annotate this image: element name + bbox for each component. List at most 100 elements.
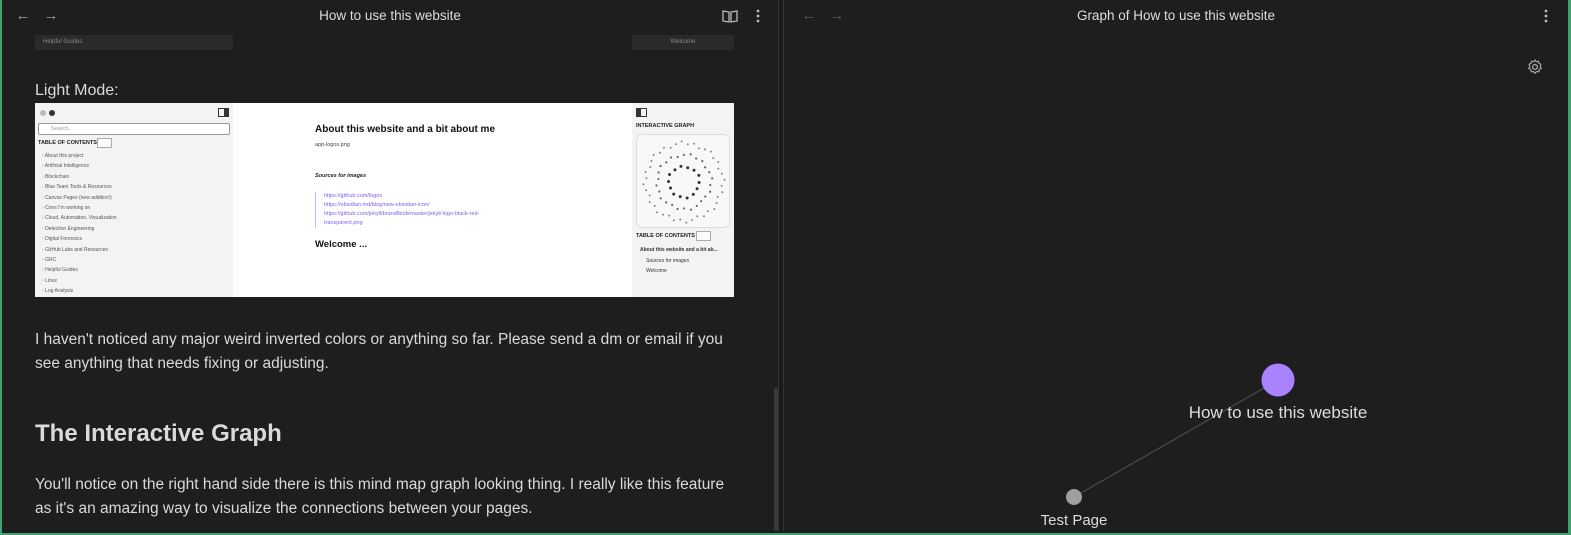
screenshot-right-toc-item: Welcome <box>646 268 667 274</box>
screenshot-graph-dot <box>697 173 701 177</box>
screenshot-graph-dot <box>652 153 655 156</box>
screenshot-graph-dot <box>669 156 673 159</box>
sidebar-toggle-icon <box>218 108 229 117</box>
screenshot-graph-dot <box>708 190 712 193</box>
screenshot-graph-dot <box>676 155 679 159</box>
screenshot-graph-dot <box>644 170 647 173</box>
screenshot-graph-dot <box>668 214 671 217</box>
screenshot-graph-dot <box>711 177 714 180</box>
paragraph-graph: You'll notice on the right hand side the… <box>35 476 725 517</box>
screenshot-graph-dot <box>672 192 676 196</box>
screenshot-graph-dot <box>653 204 656 207</box>
screenshot-graph-dot <box>659 164 662 168</box>
screenshot-graph-dot <box>650 160 653 163</box>
screenshot-graph-dot <box>691 218 694 221</box>
note-tab-header: ← → How to use this website <box>2 0 778 32</box>
screenshot-graph-dot <box>673 168 677 172</box>
screenshot-toc-item: Log Analysis <box>42 286 117 296</box>
screenshot-graph-dot <box>710 150 713 153</box>
screenshot-toc-item: Helpful Guides <box>42 265 117 275</box>
note-pane: ← → How to use this website Helpful Guid… <box>2 0 778 531</box>
screenshot-toc-item: Linux <box>42 276 117 286</box>
screenshot-graph-dot <box>662 213 665 216</box>
screenshot-graph-box <box>636 134 730 228</box>
screenshot-right-toc-item: About this website and a bit ab... <box>640 247 718 253</box>
screenshot-image-alt: app-logos.png <box>315 142 350 148</box>
screenshot-graph-dot <box>648 194 651 197</box>
screenshot-graph-dot <box>702 215 705 218</box>
screenshot-graph-dot <box>697 180 701 184</box>
screenshot-graph-dot <box>709 183 712 187</box>
paragraph-colors: I haven't noticed any major weird invert… <box>35 331 723 372</box>
arrow-right-icon[interactable]: → <box>40 6 62 26</box>
embedded-strip-right: Welcome <box>632 35 734 50</box>
screenshot-graph-dot <box>678 195 682 199</box>
screenshot-graph-dot <box>669 146 672 149</box>
graph-node-test-page[interactable] <box>1066 489 1082 505</box>
screenshot-graph-dot <box>682 153 685 156</box>
screenshot-graph-dot <box>679 218 682 221</box>
theme-toggle-icon <box>40 110 55 116</box>
screenshot-toc-item: Detection Engineering <box>42 224 117 234</box>
more-vertical-icon[interactable] <box>748 6 768 26</box>
screenshot-graph-dot <box>671 203 674 206</box>
screenshot-graph-dot <box>696 215 699 218</box>
screenshot-graph-dot <box>689 208 693 211</box>
screenshot-graph-dot <box>686 143 689 146</box>
screenshot-sidebar: Search... TABLE OF CONTENTS About this p… <box>35 103 233 297</box>
screenshot-graph-dot <box>663 146 666 149</box>
screenshot-right-toc-item: Sources for images <box>646 257 690 264</box>
screenshot-link: https://github.com/logos <box>324 193 383 199</box>
screenshot-search-input: Search... <box>38 123 230 135</box>
screenshot-graph-dot <box>655 211 658 214</box>
screenshot-graph-dot <box>697 147 700 150</box>
screenshot-toc-toggle <box>97 138 112 148</box>
note-title: How to use this website <box>319 8 461 23</box>
screenshot-graph-dot <box>717 161 720 164</box>
screenshot-graph-dot <box>649 166 652 169</box>
screenshot-toc-item: Artificial Intelligence <box>42 161 117 171</box>
graph-node-current-label: How to use this website <box>1189 403 1368 422</box>
screenshot-graph-dot <box>668 172 672 176</box>
screenshot-graph-dot <box>665 201 668 204</box>
screenshot-graph-dot <box>695 157 698 160</box>
screenshot-graph-dot <box>659 197 662 200</box>
screenshot-right-panel: INTERACTIVE GRAPH TABLE OF CONTENTS Abou… <box>632 103 734 297</box>
screenshot-toc-list: About this projectArtificial Intelligenc… <box>42 151 117 297</box>
screenshot-graph-dot <box>672 219 675 222</box>
screenshot-graph-dot <box>665 161 668 164</box>
screenshot-link: https://github.com/jekyll/brand/blob/mas… <box>324 211 480 226</box>
screenshot-graph-dot <box>645 189 648 192</box>
screenshot-graph-dots <box>642 140 726 224</box>
screenshot-graph-dot <box>692 168 696 172</box>
screenshot-graph-dot <box>716 195 719 198</box>
screenshot-graph-dot <box>701 160 704 163</box>
book-open-icon[interactable] <box>720 6 740 26</box>
screenshot-graph-dot <box>712 157 715 160</box>
screenshot-graph-dot <box>706 210 709 213</box>
screenshot-graph-dot <box>720 172 723 175</box>
screenshot-graph-dot <box>689 153 692 156</box>
screenshot-graph-dot <box>708 171 711 174</box>
screenshot-graph-heading: INTERACTIVE GRAPH <box>636 123 695 129</box>
screenshot-graph-dot <box>721 191 724 194</box>
graph-node-current[interactable] <box>1261 363 1295 397</box>
screenshot-toc-item: Cloud, Automation, Visualization <box>42 213 117 223</box>
screenshot-graph-dot <box>720 184 723 187</box>
graph-canvas[interactable]: How to use this website Test Page <box>784 0 1568 531</box>
screenshot-graph-dot <box>658 190 661 193</box>
screenshot-graph-dot <box>648 200 651 203</box>
screenshot-links: https://github.com/logos https://obsidian… <box>315 192 515 228</box>
screenshot-graph-dot <box>704 195 707 198</box>
arrow-left-icon[interactable]: ← <box>12 6 34 26</box>
screenshot-welcome-heading: Welcome ... <box>315 239 368 250</box>
screenshot-graph-dot <box>645 177 648 180</box>
screenshot-toc-item: Blockchain <box>42 172 117 182</box>
screenshot-graph-dot <box>676 207 679 211</box>
screenshot-sources-heading: Sources for images <box>315 173 367 179</box>
screenshot-graph-dot <box>683 207 686 210</box>
screenshot-graph-dot <box>695 187 699 191</box>
screenshot-graph-dot <box>642 183 645 186</box>
screenshot-graph-dot <box>669 186 673 190</box>
screenshot-graph-dot <box>723 178 726 181</box>
